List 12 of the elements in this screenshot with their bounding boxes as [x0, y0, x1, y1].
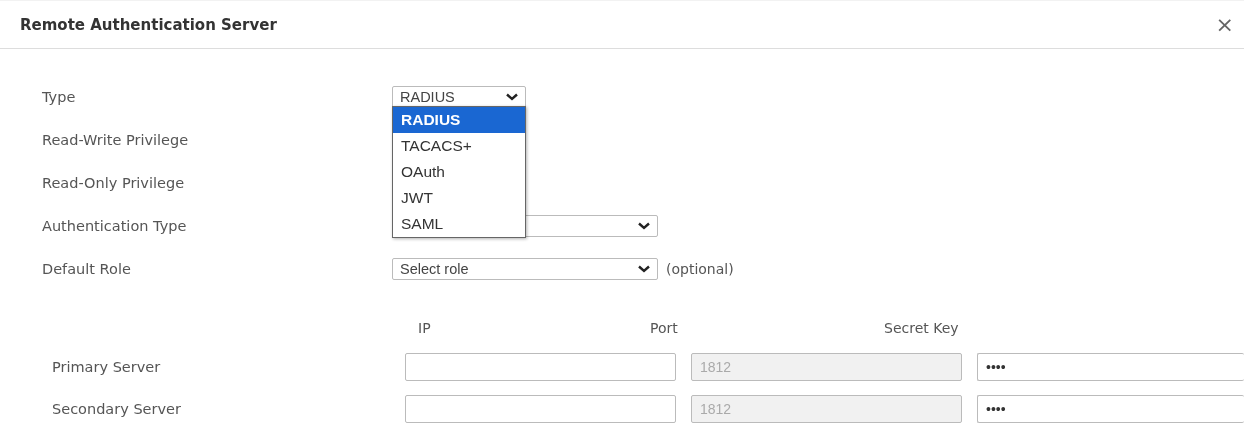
column-header: IP	[418, 320, 431, 336]
field-label: Authentication Type	[42, 217, 188, 234]
column-header: Port	[650, 320, 678, 336]
field-label: Read-Write Privilege	[42, 131, 190, 148]
dialog-title: Remote Authentication Server	[20, 15, 277, 34]
field-label: Default Role	[42, 260, 132, 277]
server-label: Secondary Server	[51, 401, 182, 417]
optional-note: (optional)	[666, 260, 734, 277]
server-label: Primary Server	[51, 359, 162, 375]
field-label: Type	[42, 88, 77, 105]
column-header: Secret Key	[884, 320, 959, 336]
field-label: Read-Only Privilege	[42, 174, 186, 191]
